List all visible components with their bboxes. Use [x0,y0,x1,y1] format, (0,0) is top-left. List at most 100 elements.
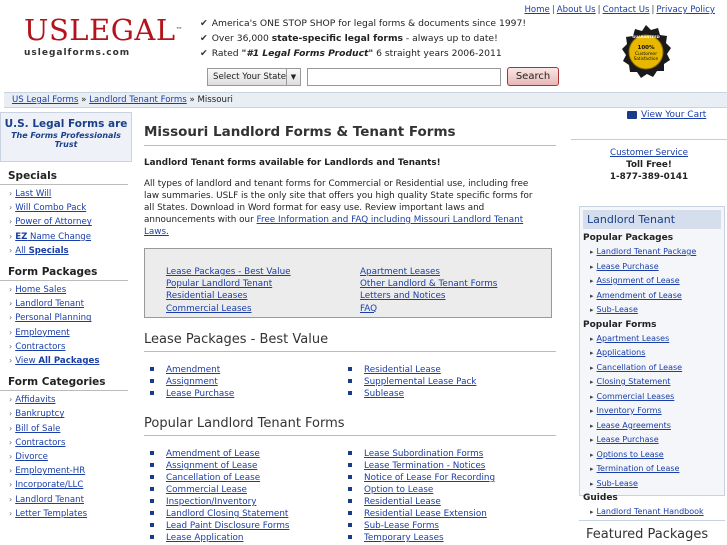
list-item[interactable]: Supplemental Lease Pack [348,376,476,388]
sidebar-item-contractors[interactable]: › Contractors [9,340,134,354]
list-item[interactable]: Lease Packages - Best Value [166,266,291,278]
panel-item-apartment-leases[interactable]: ▸ Apartment Leases [590,332,724,347]
panel-item-termination-of-lease[interactable]: ▸ Termination of Lease [590,462,724,477]
sidebar-item-all-specials[interactable]: › All Specials [9,244,134,258]
list-item[interactable]: Lead Paint Disclosure Forms [150,520,290,532]
panel-item-lease-agreements[interactable]: ▸ Lease Agreements [590,419,724,434]
tagline: ✔ Rated "#1 Legal Forms Product" 6 straig… [200,48,502,59]
bullet-icon [150,462,154,467]
panel-item-sub-lease[interactable]: ▸ Sub-Lease [590,477,724,492]
breadcrumb: US Legal Forms » Landlord Tenant Forms »… [4,92,727,108]
sidebar-item-home-sales[interactable]: › Home Sales [9,283,134,297]
sidebar-item-employment-hr[interactable]: › Employment-HR [9,464,134,478]
sidebar-item-power-of-attorney[interactable]: › Power of Attorney [9,215,134,229]
sidebar-item-personal-planning[interactable]: › Personal Planning [9,311,134,325]
sidebar-item-affidavits[interactable]: › Affidavits [9,393,134,407]
panel-item-assignment-of-lease[interactable]: ▸ Assignment of Lease [590,274,724,289]
panel-item-amendment-of-lease[interactable]: ▸ Amendment of Lease [590,289,724,304]
sidebar-item-will-combo-pack[interactable]: › Will Combo Pack [9,201,134,215]
list-item[interactable]: Notice of Lease For Recording [348,472,495,484]
list-item[interactable]: Popular Landlord Tenant [166,278,291,290]
list-item[interactable]: Temporary Leases [348,532,495,544]
panel-item-inventory-forms[interactable]: ▸ Inventory Forms [590,404,724,419]
jump-links-box: Lease Packages - Best Value Popular Landl… [144,248,552,318]
sidebar-item-last-will[interactable]: › Last Will [9,187,134,201]
list-item[interactable]: FAQ [360,303,497,315]
list-item[interactable]: Residential Lease [348,496,495,508]
panel-item-options-to-lease[interactable]: ▸ Options to Lease [590,448,724,463]
panel-item-landlord-tenant-package[interactable]: ▸ Landlord Tenant Package [590,245,724,260]
panel-item-cancellation-of-lease[interactable]: ▸ Cancellation of Lease [590,361,724,376]
list-item[interactable]: Lease Purchase [150,388,234,400]
chevron-right-icon: › [9,245,13,255]
right-sidebar: View Your Cart Customer Service Toll Fre… [571,108,727,545]
list-item[interactable]: Residential Leases [166,290,291,302]
customer-service-link[interactable]: Customer Service [571,147,727,159]
list-item[interactable]: Commercial Lease [150,484,290,496]
chevron-right-icon: › [9,409,13,419]
panel-item-closing-statement[interactable]: ▸ Closing Statement [590,375,724,390]
list-item[interactable]: Lease Application [150,532,290,544]
list-item[interactable]: Apartment Leases [360,266,497,278]
nav-privacy-link[interactable]: Privacy Policy [656,5,715,15]
panel-item-commercial-leases[interactable]: ▸ Commercial Leases [590,390,724,405]
sidebar-item-employment[interactable]: › Employment [9,326,134,340]
list-item[interactable]: Other Landlord & Tenant Forms [360,278,497,290]
chevron-right-icon: › [9,285,13,295]
sidebar-item-divorce[interactable]: › Divorce [9,450,134,464]
list-item[interactable]: Assignment of Lease [150,460,290,472]
section-title: Lease Packages - Best Value [144,332,556,352]
list-item[interactable]: Amendment of Lease [150,448,290,460]
list-item[interactable]: Letters and Notices [360,290,497,302]
sidebar-item-incorporate-llc[interactable]: › Incorporate/LLC [9,478,134,492]
trust-banner[interactable]: U.S. Legal Forms are The Forms Professio… [0,112,132,162]
breadcrumb-link[interactable]: US Legal Forms [12,95,78,105]
list-item[interactable]: Residential Lease [348,364,476,376]
list-item[interactable]: Commercial Leases [166,303,291,315]
list-item[interactable]: Inspection/Inventory [150,496,290,508]
nav-home-link[interactable]: Home [524,5,549,15]
left-sidebar: U.S. Legal Forms are The Forms Professio… [0,112,134,545]
panel-item-lease-purchase[interactable]: ▸ Lease Purchase [590,433,724,448]
search-button[interactable]: Search [507,67,559,86]
sidebar-item-landlord-tenant[interactable]: › Landlord Tenant [9,297,134,311]
list-item[interactable]: Residential Lease Extension [348,508,495,520]
panel-item-lease-purchase[interactable]: ▸ Lease Purchase [590,260,724,275]
nav-about-link[interactable]: About Us [557,5,596,15]
search-input[interactable] [307,68,501,86]
check-icon: ✔ [200,18,208,29]
list-item[interactable]: Assignment [150,376,234,388]
breadcrumb-link[interactable]: Landlord Tenant Forms [89,95,187,105]
list-item[interactable]: Sub-Lease Forms [348,520,495,532]
state-select[interactable]: Select Your State ▼ [207,68,301,86]
sidebar-item-ez-name-change[interactable]: › EZ Name Change [9,230,134,244]
list-item[interactable]: Amendment [150,364,234,376]
chevron-right-icon: ▸ [590,392,594,401]
list-item[interactable]: Option to Lease [348,484,495,496]
panel-item-landlord-tenant-handbook[interactable]: ▸ Landlord Tenant Handbook [590,505,724,520]
bullet-icon [348,498,352,503]
list-item[interactable]: Lease Subordination Forms [348,448,495,460]
panel-item-applications[interactable]: ▸ Applications [590,346,724,361]
sidebar-item-bankruptcy[interactable]: › Bankruptcy [9,407,134,421]
list-item[interactable]: Sublease [348,388,476,400]
sidebar-item-contractors[interactable]: › Contractors [9,436,134,450]
uslegal-logo[interactable]: USLEGAL™ uslegalforms.com [24,14,183,74]
view-cart-link[interactable]: View Your Cart [627,110,706,120]
list-item[interactable]: Cancellation of Lease [150,472,290,484]
nav-contact-link[interactable]: Contact Us [603,5,650,15]
taglines: ✔ America's ONE STOP SHOP for legal forms… [200,16,526,61]
sidebar-item-landlord-tenant[interactable]: › Landlord Tenant [9,493,134,507]
sidebar-item-bill-of-sale[interactable]: › Bill of Sale [9,422,134,436]
bullet-icon [150,366,154,371]
chevron-right-icon: › [9,494,13,504]
chevron-right-icon: › [9,356,13,366]
list-item[interactable]: Landlord Closing Statement [150,508,290,520]
panel-item-sub-lease[interactable]: ▸ Sub-Lease [590,303,724,318]
sidebar-item-view-all-packages[interactable]: › View All Packages [9,354,134,368]
chevron-right-icon: ▸ [590,363,594,372]
list-item[interactable]: Lease Termination - Notices [348,460,495,472]
logo-tm: ™ [175,26,184,34]
sidebar-section-title: Form Packages [0,266,128,282]
sidebar-item-letter-templates[interactable]: › Letter Templates [9,507,134,521]
